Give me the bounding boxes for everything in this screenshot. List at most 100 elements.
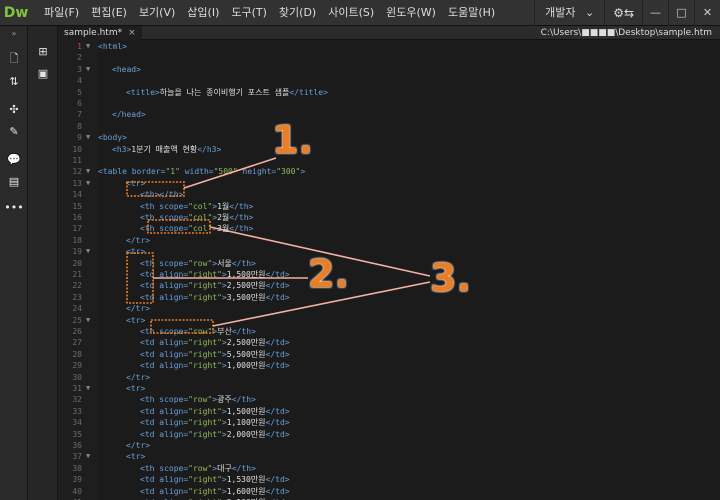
workspace-switcher[interactable]: 개발자 ⌄ bbox=[534, 0, 604, 26]
code-line: 22 <td align="right">2,500만원</td> bbox=[58, 280, 720, 291]
code-line: 31 ▼ <tr> bbox=[58, 383, 720, 394]
open-documents-icon[interactable]: 🗋 bbox=[0, 48, 28, 70]
code-token-val: "right" bbox=[188, 418, 222, 428]
code-line: 15 <th scope="col">1월</th> bbox=[58, 201, 720, 212]
code-text: <td align="right">1,000만원</td> bbox=[140, 360, 290, 371]
code-token-val: "right" bbox=[188, 429, 222, 439]
collapse-toolbar-icon[interactable]: » bbox=[0, 26, 28, 40]
code-token-tag: <td bbox=[140, 406, 160, 416]
code-token-ko: 2,500만원 bbox=[226, 338, 266, 348]
code-token-attr: scope= bbox=[159, 224, 189, 234]
line-number: 22 bbox=[72, 281, 82, 291]
minimize-button[interactable]: — bbox=[642, 0, 668, 26]
line-number: 6 bbox=[77, 99, 82, 108]
chevron-down-icon: ⌄ bbox=[584, 6, 595, 19]
line-number: 28 bbox=[72, 349, 82, 359]
fold-toggle-icon[interactable]: ▼ bbox=[86, 178, 94, 189]
live-code-icon[interactable]: ✣ bbox=[0, 98, 28, 120]
menu-item-0[interactable]: 파일(F) bbox=[38, 0, 85, 26]
menu-item-2[interactable]: 보기(V) bbox=[133, 0, 181, 26]
code-token-tag: </tr> bbox=[126, 304, 151, 314]
code-token-tag: <body> bbox=[98, 133, 127, 143]
file-path: C:\Users\■■■■\Desktop\sample.htm bbox=[540, 28, 712, 38]
close-window-button[interactable]: ✕ bbox=[694, 0, 720, 26]
close-tab-icon[interactable]: × bbox=[128, 28, 136, 38]
menu-item-5[interactable]: 찾기(D) bbox=[273, 0, 322, 26]
format-source-icon[interactable]: ▤ bbox=[0, 170, 28, 192]
code-token-tag: <td bbox=[140, 292, 160, 302]
code-line: 2 bbox=[58, 52, 720, 63]
tab-sample-htm[interactable]: sample.htm* × bbox=[58, 26, 142, 40]
fold-toggle-icon[interactable]: ▼ bbox=[86, 166, 94, 177]
menu-item-7[interactable]: 윈도우(W) bbox=[380, 0, 442, 26]
code-text: <th></th> bbox=[140, 189, 183, 200]
code-token-attr: align= bbox=[159, 361, 189, 371]
line-number: 3 bbox=[77, 64, 82, 74]
code-text: <td align="right">5,500만원</td> bbox=[140, 349, 290, 360]
code-line: 37 ▼ <tr> bbox=[58, 451, 720, 462]
code-line: 29 <td align="right">1,000만원</td> bbox=[58, 360, 720, 371]
inspect-icon[interactable]: ✎ bbox=[0, 120, 28, 142]
menu-item-1[interactable]: 편집(E) bbox=[85, 0, 133, 26]
line-number: 30 bbox=[72, 372, 82, 382]
code-text: <th scope="col">2월</th> bbox=[140, 212, 253, 223]
line-number: 1 bbox=[77, 42, 82, 51]
code-line: 34 <td align="right">1,100만원</td> bbox=[58, 417, 720, 428]
code-line: 8 bbox=[58, 121, 720, 132]
title-bar-controls: 개발자 ⌄ ⚙⇆ — □ ✕ bbox=[534, 0, 720, 26]
line-number: 14 bbox=[72, 190, 82, 200]
code-text: </tr> bbox=[126, 440, 150, 451]
menu-item-8[interactable]: 도움말(H) bbox=[442, 0, 501, 26]
code-snippets-icon[interactable]: ▣ bbox=[28, 62, 58, 84]
fold-toggle-icon[interactable]: ▼ bbox=[86, 383, 94, 394]
fold-toggle-icon[interactable]: ▼ bbox=[86, 41, 94, 52]
code-token-ko: 부산 bbox=[217, 327, 232, 336]
code-line: 5 <title>하늘을 나는 종이비행기 포스트 샘플</title> bbox=[58, 87, 720, 98]
menu-item-4[interactable]: 도구(T) bbox=[225, 0, 273, 26]
maximize-button[interactable]: □ bbox=[668, 0, 694, 26]
line-number: 39 bbox=[72, 475, 82, 485]
menu-item-3[interactable]: 삽입(I) bbox=[181, 0, 225, 26]
code-text: <tr> bbox=[126, 315, 145, 326]
code-token-tag: <title> bbox=[126, 87, 160, 97]
code-token-attr: scope= bbox=[159, 213, 189, 222]
code-token-tag: </td> bbox=[265, 418, 290, 428]
code-text: <td align="right">2,500만원</td> bbox=[140, 337, 290, 348]
dom-tree-icon[interactable]: ⊞ bbox=[28, 40, 58, 62]
code-token-tag: <th bbox=[140, 213, 160, 222]
code-editor[interactable]: 1 ▼ <html> 2 3 ▼ <head> 4 5 <title>하늘을 나는 종이비행기 포… bbox=[58, 40, 720, 500]
code-token-tag: </td> bbox=[265, 349, 290, 359]
fold-toggle-icon[interactable]: ▼ bbox=[86, 132, 94, 143]
comment-icon[interactable]: 💬 bbox=[0, 148, 28, 170]
code-token-tag: <th bbox=[140, 463, 160, 473]
line-number: 26 bbox=[72, 327, 82, 336]
code-token-tag: <th></th> bbox=[140, 190, 184, 200]
code-token-tag: <th bbox=[140, 258, 160, 268]
menu-item-6[interactable]: 사이트(S) bbox=[322, 0, 380, 26]
code-line: 39 <td align="right">1,530만원</td> bbox=[58, 474, 720, 485]
code-token-attr: align= bbox=[159, 349, 189, 359]
more-tools-icon[interactable]: ••• bbox=[0, 196, 28, 218]
code-text: <tr> bbox=[126, 246, 145, 257]
sync-settings-icon[interactable]: ⚙⇆ bbox=[604, 0, 642, 26]
fold-toggle-icon[interactable]: ▼ bbox=[86, 64, 94, 75]
line-number: 34 bbox=[72, 418, 82, 428]
code-token-val: "right" bbox=[188, 406, 222, 416]
code-token-attr: height= bbox=[237, 167, 277, 177]
code-text: </tr> bbox=[126, 235, 150, 246]
code-token-attr: align= bbox=[159, 292, 189, 302]
code-text: </head> bbox=[112, 109, 146, 120]
code-text: <td align="right">3,500만원</td> bbox=[140, 292, 290, 303]
fold-toggle-icon[interactable]: ▼ bbox=[86, 451, 94, 462]
code-token-tag: </td> bbox=[265, 338, 290, 348]
code-token-tag: <th bbox=[140, 395, 160, 405]
code-text: <th scope="col">3월</th> bbox=[140, 223, 253, 234]
code-token-attr: align= bbox=[159, 270, 189, 279]
code-line: 6 bbox=[58, 98, 720, 109]
code-text: <td align="right">1,530만원</td> bbox=[140, 474, 290, 485]
fold-toggle-icon[interactable]: ▼ bbox=[86, 246, 94, 257]
code-token-tag: <td bbox=[140, 338, 160, 348]
file-management-icon[interactable]: ⇅ bbox=[0, 70, 28, 92]
code-line: 3 ▼ <head> bbox=[58, 64, 720, 75]
fold-toggle-icon[interactable]: ▼ bbox=[86, 315, 94, 326]
